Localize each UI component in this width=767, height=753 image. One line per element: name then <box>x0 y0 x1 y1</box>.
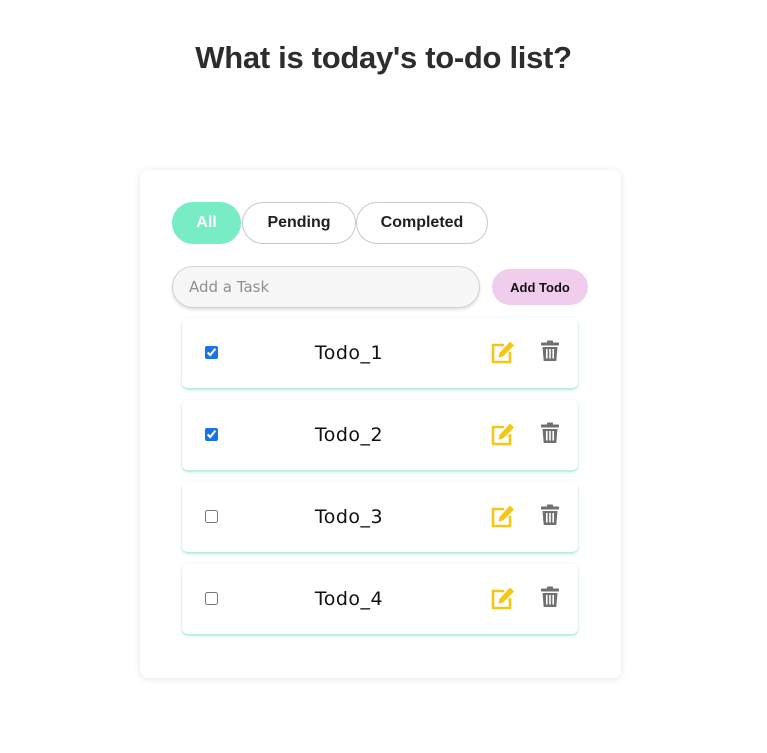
task-input[interactable] <box>172 266 480 308</box>
trash-icon[interactable] <box>540 422 560 444</box>
edit-icon[interactable] <box>490 503 516 529</box>
trash-icon[interactable] <box>540 504 560 526</box>
todo-text: Todo_3 <box>314 506 384 528</box>
filter-completed-button[interactable]: Completed <box>356 202 488 244</box>
edit-icon[interactable] <box>490 421 516 447</box>
page-title: What is today's to-do list? <box>195 40 572 75</box>
todo-text: Todo_1 <box>314 342 384 364</box>
trash-icon[interactable] <box>540 586 560 608</box>
filter-all-button[interactable]: All <box>172 202 241 244</box>
todo-text: Todo_2 <box>314 424 384 446</box>
todo-checkbox[interactable] <box>205 428 218 441</box>
edit-icon[interactable] <box>490 585 516 611</box>
todo-item: Todo_4 <box>182 564 578 634</box>
todo-item: Todo_2 <box>182 400 578 470</box>
trash-icon[interactable] <box>540 340 560 362</box>
add-todo-button[interactable]: Add Todo <box>492 269 588 305</box>
todo-text: Todo_4 <box>314 588 384 610</box>
filter-pending-button[interactable]: Pending <box>242 202 356 244</box>
todo-item: Todo_3 <box>182 482 578 552</box>
todo-card: All Pending Completed Add Todo Todo_1 To… <box>140 170 621 678</box>
todo-checkbox[interactable] <box>205 346 218 359</box>
edit-icon[interactable] <box>490 339 516 365</box>
todo-item: Todo_1 <box>182 318 578 388</box>
todo-checkbox[interactable] <box>205 592 218 605</box>
todo-checkbox[interactable] <box>205 510 218 523</box>
